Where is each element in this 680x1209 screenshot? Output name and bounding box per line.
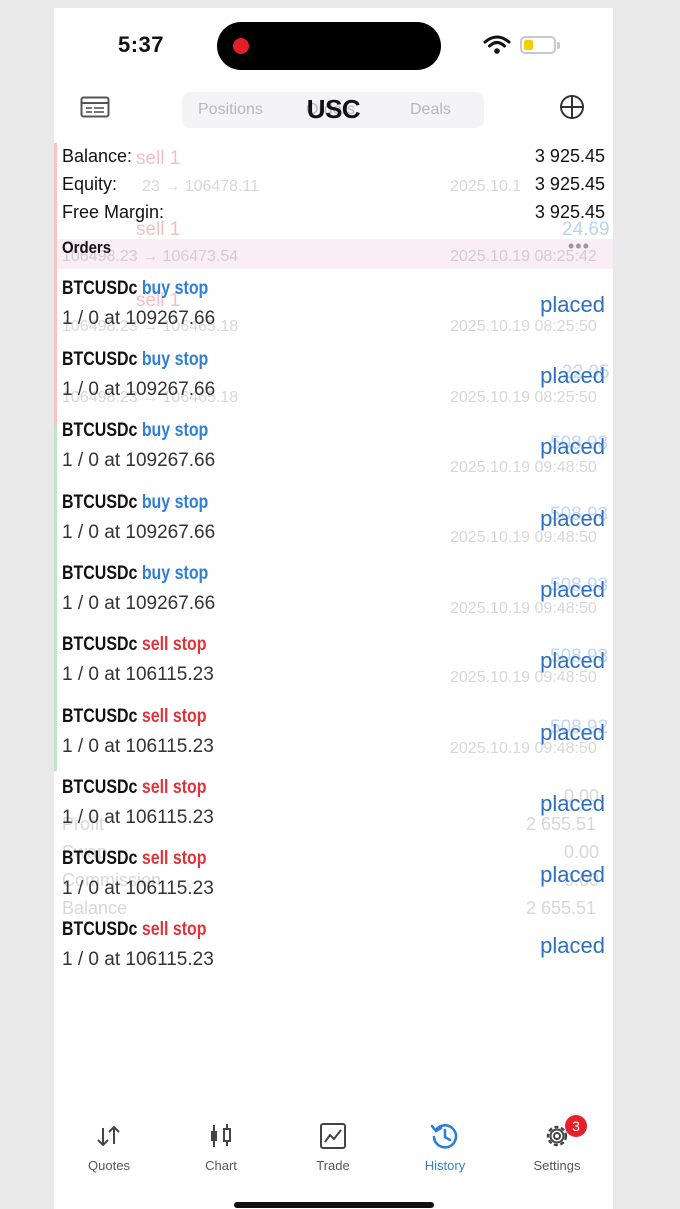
history-icon xyxy=(430,1124,458,1149)
summary-free-margin: Free Margin: 3 925.45 xyxy=(62,202,605,228)
summary-value: 3 925.45 xyxy=(534,202,605,222)
order-symbol: BTCUSDc xyxy=(62,278,138,299)
home-indicator xyxy=(234,1202,434,1208)
summary-value: 3 925.45 xyxy=(534,174,605,194)
tab-label: History xyxy=(424,1158,466,1173)
tab-chart[interactable]: Chart xyxy=(171,1120,271,1173)
battery-icon xyxy=(520,36,556,54)
order-state: placed xyxy=(540,506,605,531)
order-direction: buy stop xyxy=(141,420,209,441)
wifi-icon xyxy=(483,35,511,54)
order-symbol: BTCUSDc xyxy=(62,563,138,584)
status-time: 5:37 xyxy=(118,32,165,57)
tab-quotes[interactable]: Quotes xyxy=(59,1120,159,1173)
summary-label: Free Margin: xyxy=(62,202,165,222)
tab-trade[interactable]: Trade xyxy=(283,1120,383,1173)
order-direction: sell stop xyxy=(141,848,207,869)
recording-indicator-icon xyxy=(233,38,249,54)
order-state: placed xyxy=(540,791,605,816)
tab-settings[interactable]: 3 Settings xyxy=(507,1115,607,1173)
order-direction: buy stop xyxy=(141,492,209,513)
notification-badge: 3 xyxy=(565,1115,587,1137)
order-row[interactable]: BTCUSDc sell stop 1 / 0 at 106115.23 pla… xyxy=(62,634,605,705)
order-detail: 1 / 0 at 106115.23 xyxy=(62,736,214,757)
order-state: placed xyxy=(540,862,605,887)
order-symbol: BTCUSDc xyxy=(62,848,138,869)
order-state: placed xyxy=(540,292,605,317)
dynamic-island xyxy=(217,22,441,70)
app-screen: 5:37 sell 1 23 → 106478.11 2025.10.1 sel… xyxy=(54,8,613,1209)
trade-icon xyxy=(320,1123,346,1149)
summary-equity: Equity: 3 925.45 xyxy=(62,174,605,200)
quotes-icon xyxy=(97,1125,120,1147)
order-symbol: BTCUSDc xyxy=(62,634,138,655)
orders-section-title: Orders xyxy=(62,238,112,257)
order-state: placed xyxy=(540,648,605,673)
order-state: placed xyxy=(540,933,605,958)
summary-balance: Balance: 3 925.45 xyxy=(62,146,605,172)
order-row[interactable]: BTCUSDc sell stop 1 / 0 at 106115.23 pla… xyxy=(62,919,605,990)
order-detail: 1 / 0 at 106115.23 xyxy=(62,664,214,685)
order-direction: sell stop xyxy=(141,777,207,798)
tab-label: Quotes xyxy=(88,1158,130,1173)
order-direction: buy stop xyxy=(141,563,209,584)
order-detail: 1 / 0 at 109267.66 xyxy=(62,379,216,400)
order-row[interactable]: BTCUSDc sell stop 1 / 0 at 106115.23 pla… xyxy=(62,706,605,777)
add-icon[interactable] xyxy=(559,94,585,120)
order-direction: buy stop xyxy=(141,349,209,370)
order-state: placed xyxy=(540,363,605,388)
order-symbol: BTCUSDc xyxy=(62,492,138,513)
order-state: placed xyxy=(540,577,605,602)
chart-icon xyxy=(211,1124,231,1147)
page-title: USC xyxy=(306,94,361,124)
order-direction: sell stop xyxy=(141,919,207,940)
ghost-buy-accent-bar xyxy=(54,426,57,771)
battery-nub xyxy=(557,42,560,49)
order-detail: 1 / 0 at 109267.66 xyxy=(62,308,216,329)
order-detail: 1 / 0 at 106115.23 xyxy=(62,878,214,899)
summary-label: Balance: xyxy=(62,146,133,166)
order-symbol: BTCUSDc xyxy=(62,349,138,370)
tab-history[interactable]: History xyxy=(395,1120,495,1173)
summary-value: 3 925.45 xyxy=(534,146,605,166)
order-detail: 1 / 0 at 106115.23 xyxy=(62,807,214,828)
order-detail: 1 / 0 at 106115.23 xyxy=(62,949,214,970)
order-direction: sell stop xyxy=(141,634,207,655)
ghost-sell-accent-bar xyxy=(54,143,57,426)
tab-label: Trade xyxy=(316,1158,350,1173)
order-state: placed xyxy=(540,434,605,459)
order-symbol: BTCUSDc xyxy=(62,706,138,727)
order-symbol: BTCUSDc xyxy=(62,420,138,441)
order-row[interactable]: BTCUSDc sell stop 1 / 0 at 106115.23 pla… xyxy=(62,777,605,848)
summary-label: Equity: xyxy=(62,174,118,194)
more-icon[interactable]: ••• xyxy=(568,236,590,257)
order-detail: 1 / 0 at 109267.66 xyxy=(62,593,216,614)
order-direction: sell stop xyxy=(141,706,207,727)
order-state: placed xyxy=(540,720,605,745)
order-row[interactable]: BTCUSDc buy stop 1 / 0 at 109267.66 plac… xyxy=(62,563,605,634)
order-symbol: BTCUSDc xyxy=(62,777,138,798)
order-row[interactable]: BTCUSDc buy stop 1 / 0 at 109267.66 plac… xyxy=(62,420,605,491)
order-row[interactable]: BTCUSDc buy stop 1 / 0 at 109267.66 plac… xyxy=(62,349,605,420)
order-row[interactable]: BTCUSDc sell stop 1 / 0 at 106115.23 pla… xyxy=(62,848,605,919)
order-detail: 1 / 0 at 109267.66 xyxy=(62,522,216,543)
order-symbol: BTCUSDc xyxy=(62,919,138,940)
order-row[interactable]: BTCUSDc buy stop 1 / 0 at 109267.66 plac… xyxy=(62,492,605,563)
tab-label: Chart xyxy=(205,1158,237,1173)
tab-label: Settings xyxy=(533,1158,581,1173)
order-detail: 1 / 0 at 109267.66 xyxy=(62,450,216,471)
order-direction: buy stop xyxy=(141,278,209,299)
order-row[interactable]: BTCUSDc buy stop 1 / 0 at 109267.66 plac… xyxy=(62,278,605,349)
